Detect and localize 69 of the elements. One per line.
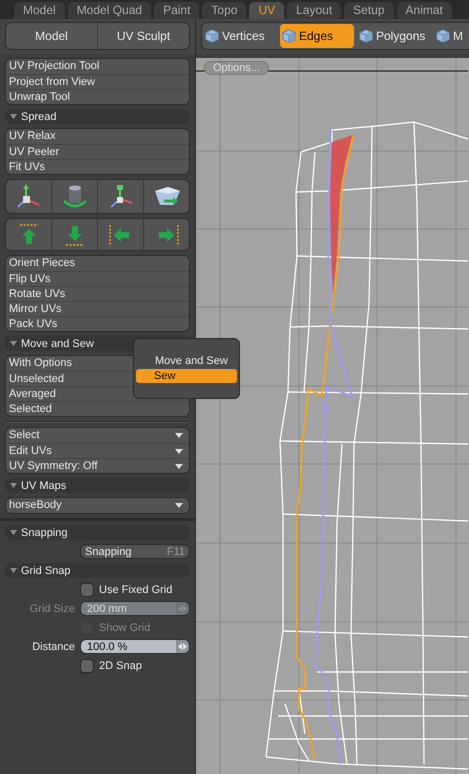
layout-tab[interactable]: Model Quad [68,2,152,19]
dropdown-label: UV Symmetry: Off [9,458,98,473]
collapse-triangle-icon[interactable] [10,482,17,489]
checkbox-label: 2D Snap [99,660,142,672]
cube-icon [204,28,220,44]
tool-button[interactable]: Pack UVs [6,316,189,331]
dropdown-label: horseBody [9,498,62,513]
layout-tab[interactable]: Model [14,2,65,19]
mode-button[interactable]: UV Sculpt [97,23,189,49]
checkbox[interactable] [80,582,94,596]
dropdown-field[interactable]: horseBody [6,498,189,513]
collapse-triangle-icon[interactable] [10,113,17,120]
section-header[interactable]: UV Maps [5,478,190,493]
cube-icon [435,28,451,44]
collapse-triangle-icon[interactable] [10,340,17,347]
checkbox-label: Use Fixed Grid [99,584,172,596]
tool-button[interactable]: Rotate UVs [6,286,189,301]
section-title: Move and Sew [21,338,94,350]
snapping-button[interactable]: Snapping F11 [80,544,190,559]
dropdown-field[interactable]: UV Symmetry: Off [6,458,189,473]
tool-button[interactable]: UV Relax [6,129,189,144]
dropdown-caret-icon [175,448,183,454]
tool-button[interactable]: Fit UVs [6,159,189,174]
selection-mode-button[interactable]: M [434,24,469,48]
cube-icon [281,28,297,44]
section-title: Grid Snap [21,564,71,576]
shortcut-key: F11 [166,546,185,558]
tool-button[interactable]: Selected [6,401,189,416]
button-label: Snapping [85,546,132,558]
section-title: Snapping [21,526,68,538]
layout-tab[interactable]: Topo [202,2,246,19]
mode-button[interactable]: Model [6,23,97,49]
section-title: Spread [21,110,56,122]
tool-button[interactable]: Project from View [6,74,189,89]
dropdown-caret-icon [175,464,183,468]
dropdown-field[interactable]: Select [6,428,189,443]
collapse-triangle-icon[interactable] [10,567,17,574]
field-label: Grid Size [28,602,75,614]
layout-tab[interactable]: Animat [396,2,452,19]
tool-button[interactable]: Unwrap Tool [6,89,189,104]
section-header[interactable]: Snapping [5,525,190,540]
field-label: Distance [31,640,75,652]
collapse-triangle-icon[interactable] [10,529,17,536]
section-title: UV Maps [21,480,66,492]
layout-tab[interactable]: Setup [344,2,394,19]
tool-button[interactable]: Mirror UVs [6,301,189,316]
tool-button[interactable]: UV Peeler [6,144,189,159]
input-field[interactable]: 100.0 % [80,639,190,654]
dropdown-field[interactable]: Edit UVs [6,443,189,458]
layout-tab[interactable]: UV [249,2,284,19]
selection-mode-button[interactable]: Vertices [203,24,277,48]
spin-arrows-icon[interactable] [178,643,187,650]
dropdown-label: Edit UVs [9,444,52,458]
tool-button[interactable]: Flip UVs [6,271,189,286]
menu-item[interactable]: Sew [136,369,237,383]
section-header[interactable]: Spread [5,109,190,124]
checkbox-label: Show Grid [99,622,150,634]
dropdown-caret-icon [175,503,183,508]
checkbox[interactable] [80,658,94,672]
dropdown-label: Select [9,428,40,443]
cube-icon [358,28,374,44]
tool-button[interactable]: UV Projection Tool [6,59,189,74]
layout-tab[interactable]: Layout [287,2,342,19]
selection-mode-button[interactable]: Polygons [357,24,431,48]
selection-mode-button[interactable]: Edges [280,24,354,48]
section-header[interactable]: Grid Snap [5,563,190,578]
dropdown-caret-icon [175,433,183,438]
tool-button[interactable]: Orient Pieces [6,256,189,271]
layout-tab[interactable]: Paint [154,2,200,19]
